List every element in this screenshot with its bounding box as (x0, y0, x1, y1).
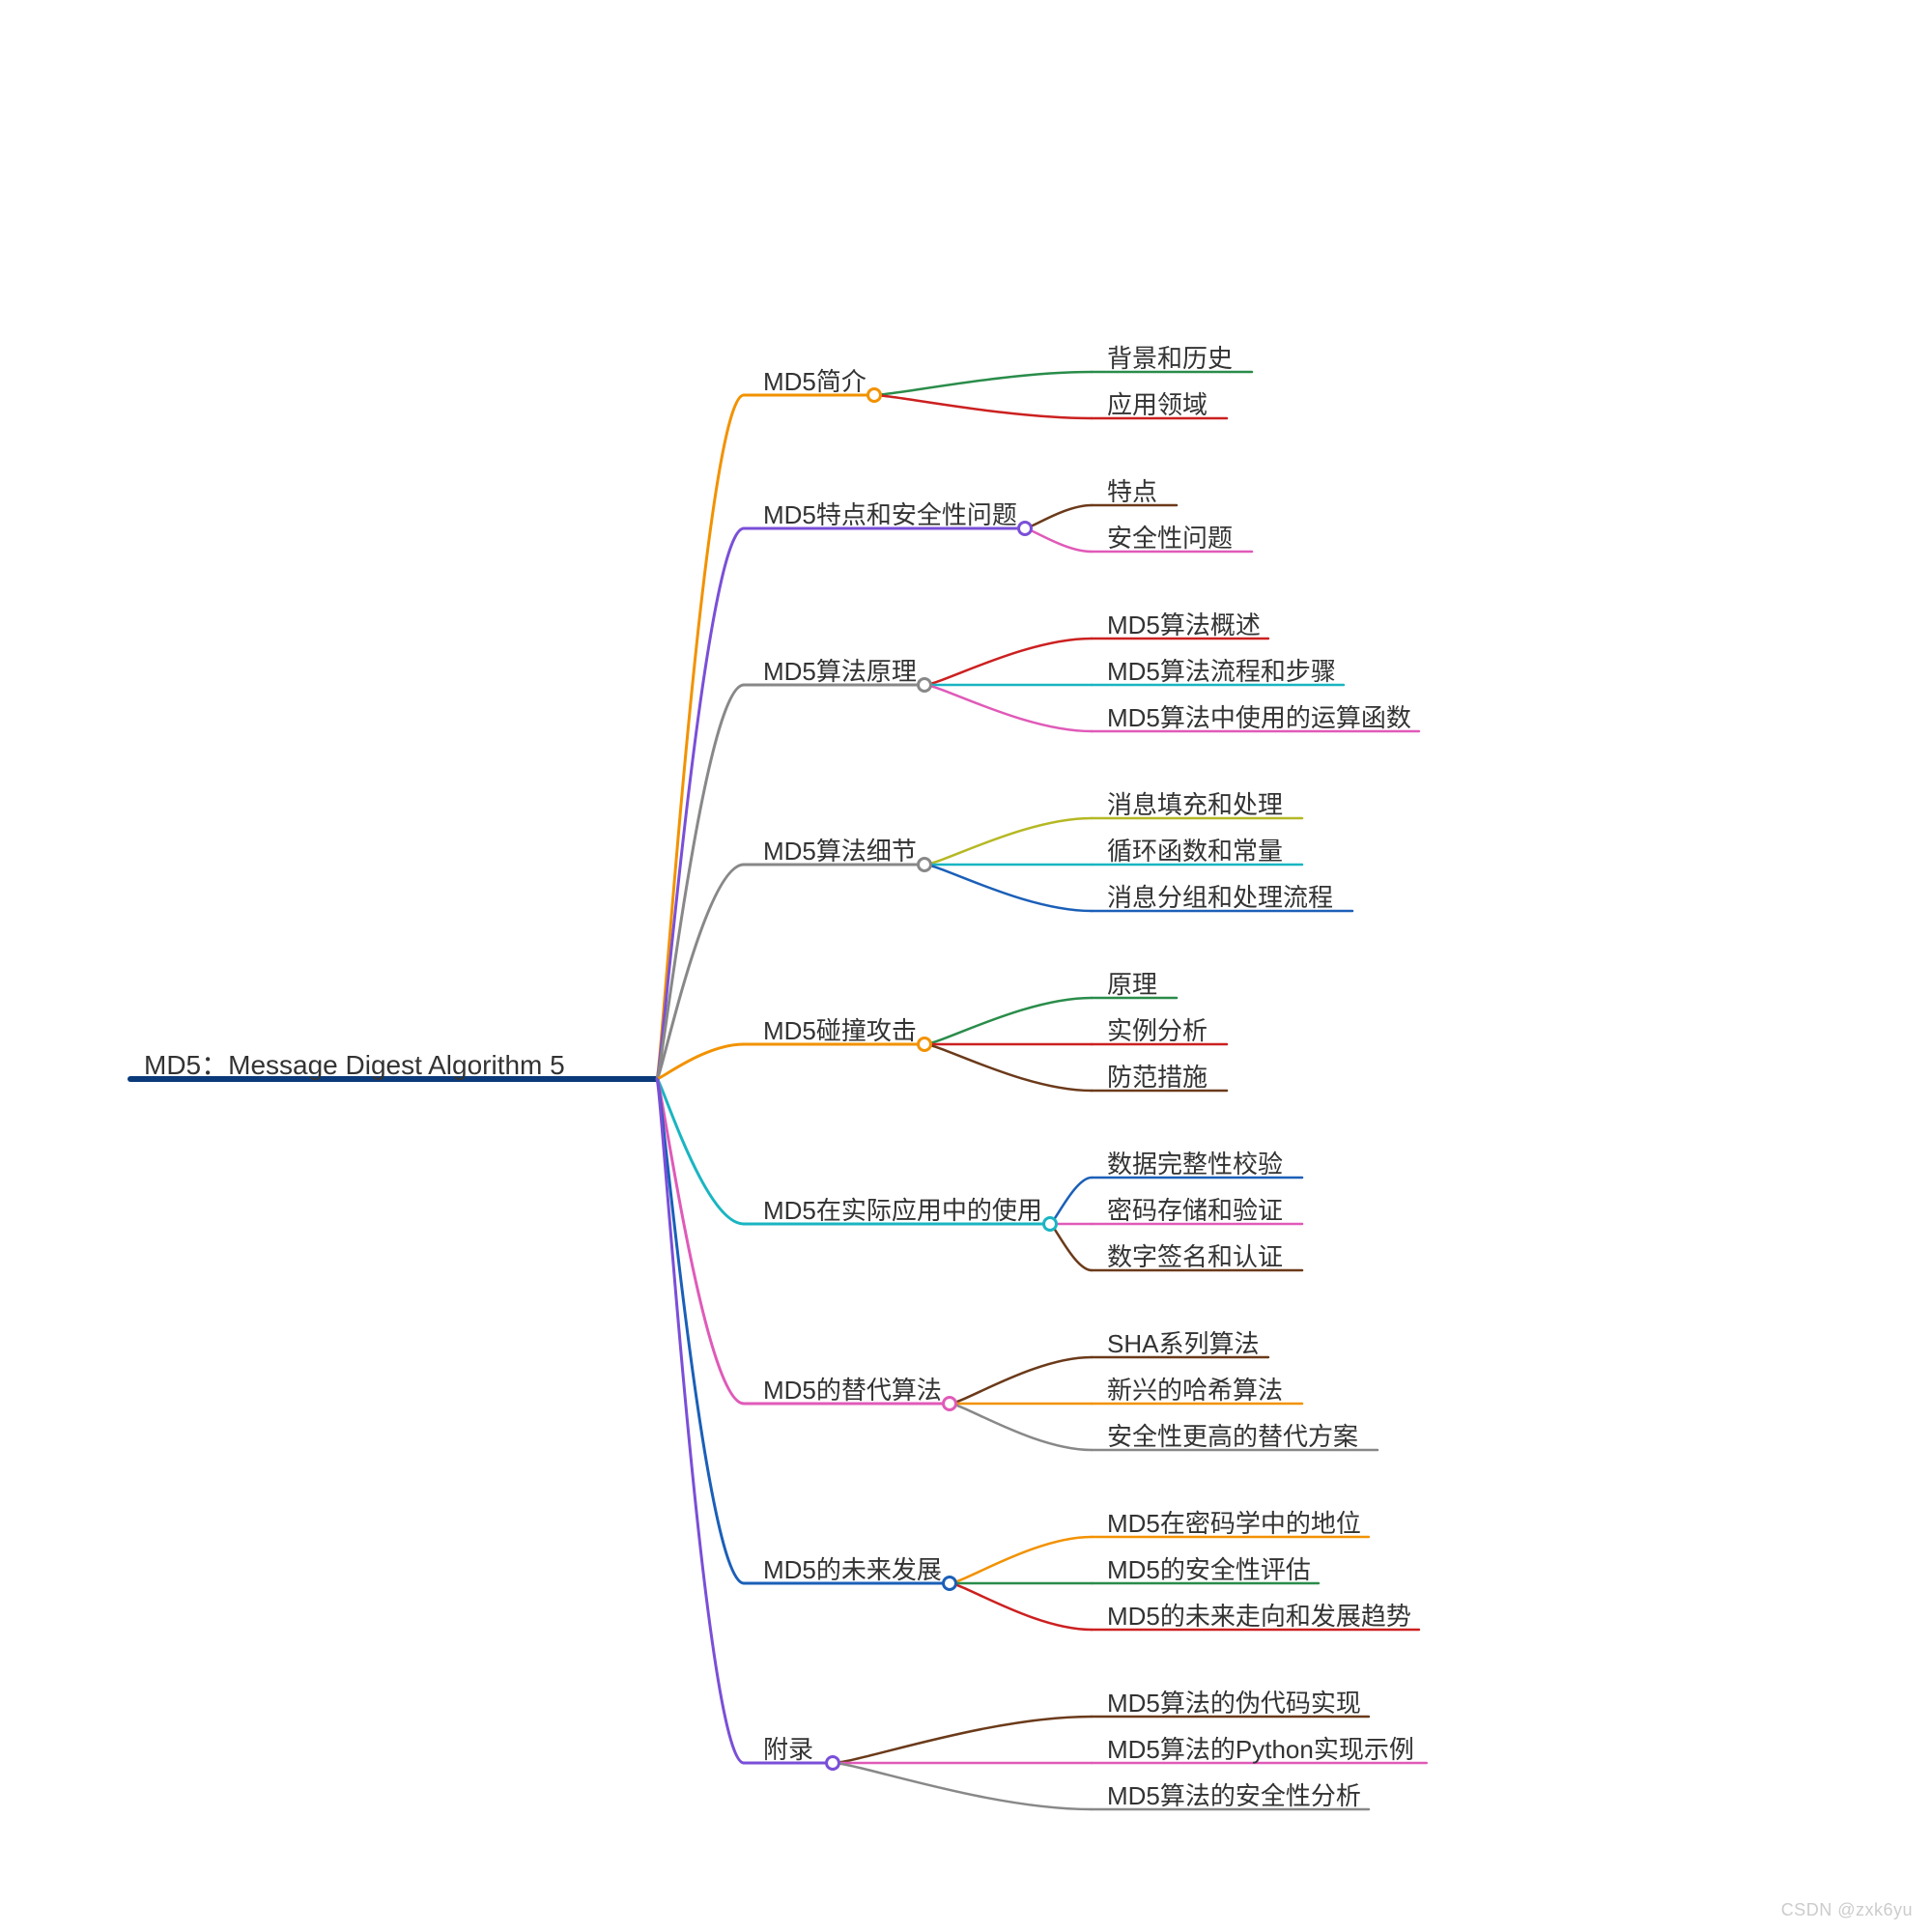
leaf-node: MD5算法的伪代码实现 (1107, 1686, 1361, 1722)
branch-dot (917, 677, 932, 693)
watermark: CSDN @zxk6yu (1781, 1900, 1913, 1920)
branch-dot (942, 1576, 957, 1591)
branch-node: MD5在实际应用中的使用 (763, 1193, 1042, 1230)
leaf-node: MD5算法的Python实现示例 (1107, 1732, 1414, 1769)
root-node: MD5：Message Digest Algorithm 5 (144, 1046, 565, 1086)
leaf-node: MD5算法的安全性分析 (1107, 1778, 1361, 1815)
leaf-node: 安全性问题 (1107, 521, 1233, 557)
branch-dot (942, 1396, 957, 1411)
branch-node: MD5的替代算法 (763, 1373, 942, 1409)
leaf-node: MD5的安全性评估 (1107, 1552, 1311, 1589)
branch-node: MD5算法细节 (763, 834, 917, 870)
leaf-node: MD5的未来走向和发展趋势 (1107, 1599, 1411, 1635)
branch-dot (867, 387, 882, 403)
branch-dot (1017, 521, 1033, 536)
leaf-node: 背景和历史 (1107, 341, 1233, 378)
leaf-node: 应用领域 (1107, 387, 1208, 424)
leaf-node: 循环函数和常量 (1107, 834, 1283, 870)
branch-dot (1042, 1216, 1058, 1232)
branch-node: MD5算法原理 (763, 654, 917, 691)
leaf-node: MD5在密码学中的地位 (1107, 1506, 1361, 1543)
leaf-node: MD5算法概述 (1107, 608, 1261, 644)
leaf-node: 消息分组和处理流程 (1107, 880, 1333, 917)
branch-dot (917, 857, 932, 872)
leaf-node: SHA系列算法 (1107, 1326, 1259, 1363)
leaf-node: 安全性更高的替代方案 (1107, 1419, 1358, 1456)
leaf-node: 实例分析 (1107, 1013, 1208, 1050)
branch-node: 附录 (763, 1732, 813, 1769)
leaf-node: 特点 (1107, 474, 1157, 511)
branch-dot (825, 1755, 840, 1771)
leaf-node: 消息填充和处理 (1107, 787, 1283, 824)
branch-dot (917, 1037, 932, 1052)
leaf-node: 原理 (1107, 967, 1157, 1004)
leaf-node: 数字签名和认证 (1107, 1239, 1283, 1276)
branch-node: MD5特点和安全性问题 (763, 497, 1017, 534)
branch-node: MD5简介 (763, 364, 867, 401)
branch-node: MD5的未来发展 (763, 1552, 942, 1589)
leaf-node: 密码存储和验证 (1107, 1193, 1283, 1230)
leaf-node: 新兴的哈希算法 (1107, 1373, 1283, 1409)
leaf-node: MD5算法流程和步骤 (1107, 654, 1336, 691)
leaf-node: MD5算法中使用的运算函数 (1107, 700, 1411, 737)
leaf-node: 防范措施 (1107, 1060, 1208, 1096)
leaf-node: 数据完整性校验 (1107, 1147, 1283, 1183)
branch-node: MD5碰撞攻击 (763, 1013, 917, 1050)
